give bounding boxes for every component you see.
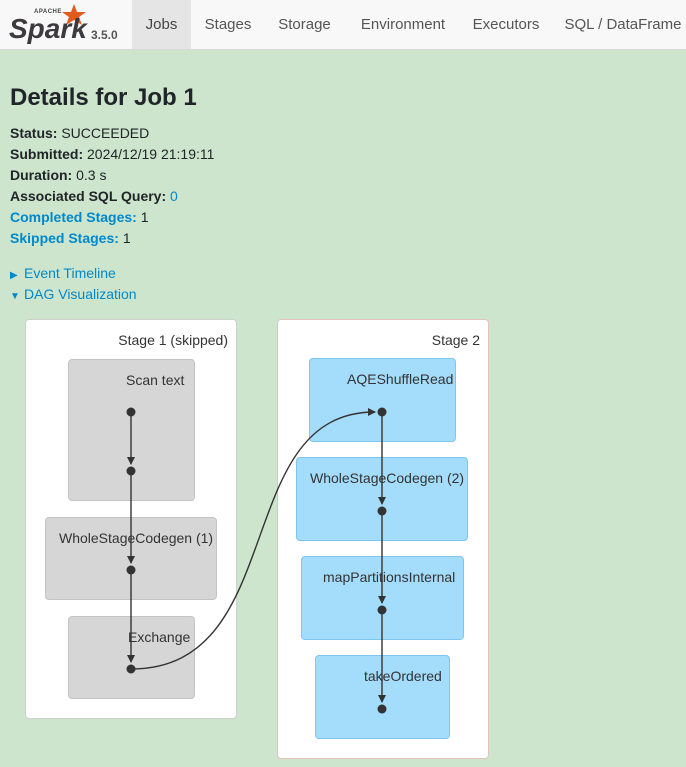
tab-storage[interactable]: Storage: [265, 0, 344, 49]
dag-node-mappartitionsinternal[interactable]: mapPartitionsInternal: [301, 556, 464, 640]
status-value: SUCCEEDED: [61, 125, 150, 141]
navbar: APACHE Spark 3.5.0 Jobs Stages Storage E…: [0, 0, 686, 50]
skipped-stages-value: 1: [122, 230, 131, 246]
duration-row: Duration: 0.3 s: [10, 165, 214, 186]
completed-stages-link[interactable]: Completed Stages:: [10, 209, 137, 225]
dag-node-label: takeOrdered: [364, 668, 442, 684]
skipped-stages-link[interactable]: Skipped Stages:: [10, 230, 119, 246]
dag-node-label: Scan text: [126, 372, 185, 388]
dag-node-label: AQEShuffleRead: [347, 371, 454, 387]
status-row: Status: SUCCEEDED: [10, 123, 214, 144]
duration-value: 0.3 s: [76, 167, 107, 183]
dag-visualization-label: DAG Visualization: [24, 286, 137, 302]
page-title: Details for Job 1: [10, 84, 197, 111]
tab-jobs[interactable]: Jobs: [132, 0, 191, 49]
tab-environment[interactable]: Environment: [347, 0, 459, 49]
dag-node-scan-text[interactable]: Scan text: [68, 359, 195, 501]
duration-label: Duration:: [10, 167, 73, 183]
version-label: 3.5.0: [91, 28, 118, 42]
event-timeline-toggle[interactable]: ▶ Event Timeline: [10, 265, 116, 281]
completed-stages-value: 1: [140, 209, 149, 225]
dag-node-label: WholeStageCodegen (2): [310, 470, 465, 486]
tab-executors[interactable]: Executors: [462, 0, 550, 49]
sql-query-label: Associated SQL Query:: [10, 188, 167, 204]
sql-query-row: Associated SQL Query: 0: [10, 186, 214, 207]
dag-node-exchange[interactable]: Exchange: [68, 616, 195, 699]
tab-sql-dataframe[interactable]: SQL / DataFrame: [555, 0, 686, 49]
completed-stages-row: Completed Stages: 1: [10, 207, 214, 228]
dag-visualization-toggle[interactable]: ▼ DAG Visualization: [10, 286, 137, 302]
skipped-stages-row: Skipped Stages: 1: [10, 228, 214, 249]
submitted-value: 2024/12/19 21:19:11: [87, 146, 215, 162]
status-label: Status:: [10, 125, 58, 141]
stage-2-label: Stage 2: [431, 332, 480, 348]
submitted-row: Submitted: 2024/12/19 21:19:11: [10, 144, 214, 165]
dag-node-label: Exchange: [128, 629, 191, 645]
dag-node-aqeshuffleread[interactable]: AQEShuffleRead: [309, 358, 456, 442]
submitted-label: Submitted:: [10, 146, 84, 162]
sql-query-link[interactable]: 0: [170, 188, 178, 204]
caret-down-icon: ▼: [10, 291, 20, 302]
dag-node-label: WholeStageCodegen (1): [59, 530, 214, 546]
caret-right-icon: ▶: [10, 270, 18, 281]
tab-stages[interactable]: Stages: [193, 0, 263, 49]
event-timeline-label: Event Timeline: [24, 265, 116, 281]
dag-node-wholestagecodegen-2[interactable]: WholeStageCodegen (2): [296, 457, 468, 541]
spark-logo[interactable]: APACHE Spark 3.5.0: [8, 2, 126, 48]
dag-node-takeordered[interactable]: takeOrdered: [315, 655, 450, 739]
dag-node-wholestagecodegen-1[interactable]: WholeStageCodegen (1): [45, 517, 217, 600]
stage-1-label: Stage 1 (skipped): [118, 332, 228, 348]
job-summary: Status: SUCCEEDED Submitted: 2024/12/19 …: [10, 123, 214, 249]
dag-node-label: mapPartitionsInternal: [323, 569, 456, 585]
svg-text:Spark: Spark: [9, 13, 88, 44]
